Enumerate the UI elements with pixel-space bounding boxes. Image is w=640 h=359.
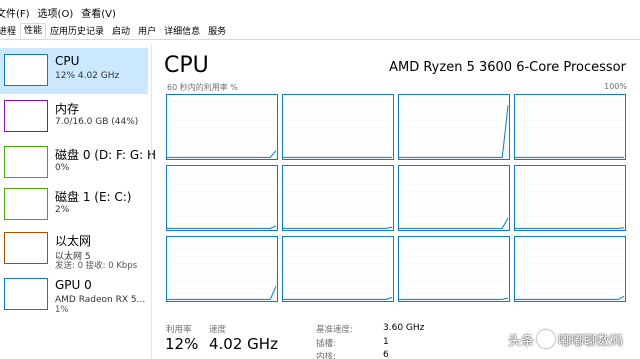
sockets-label: 插槽: xyxy=(316,339,336,349)
sidebar-item-value: 7.0/16.0 GB (44%) xyxy=(55,117,139,127)
tab-app-history[interactable]: 应用历史记录 xyxy=(46,24,108,39)
sidebar-item-cpu[interactable]: CPU 12% 4.02 GHz xyxy=(0,48,148,94)
series-line xyxy=(167,150,277,158)
utilization-value: 12% xyxy=(165,335,199,353)
speed-value: 4.02 GHz xyxy=(209,335,278,353)
sidebar-item-value: 12% 4.02 GHz xyxy=(55,71,120,81)
menu-view[interactable]: 查看(V) xyxy=(77,5,120,20)
sidebar-item-value: AMD Radeon RX 5... xyxy=(55,295,146,305)
menu-options[interactable]: 选项(O) xyxy=(34,5,78,20)
tab-bar: 进程 性能 应用历史记录 启动 用户 详细信息 服务 xyxy=(0,23,640,40)
utilization-label: 利用率 xyxy=(166,325,192,335)
gpu-thumbnail-graph xyxy=(4,278,48,310)
sidebar-item-title: 磁盘 0 (D: F: G: H xyxy=(55,148,157,162)
speed-label: 速度 xyxy=(209,325,227,335)
series-line xyxy=(399,297,509,300)
tab-startup[interactable]: 启动 xyxy=(108,24,134,39)
tab-processes[interactable]: 进程 xyxy=(0,24,20,39)
base-speed-value: 3.60 GHz xyxy=(383,323,425,333)
watermark-left-text: 头条 xyxy=(508,333,535,349)
cpu-core-graph xyxy=(282,236,394,302)
processor-name: AMD Ryzen 5 3600 6-Core Processor xyxy=(389,60,626,75)
disk1-thumbnail-graph xyxy=(4,188,48,220)
resource-sidebar: CPU 12% 4.02 GHz 内存 7.0/16.0 GB (44%) 磁盘… xyxy=(0,44,156,359)
base-speed-label: 基准速度: xyxy=(316,325,353,335)
tab-users[interactable]: 用户 xyxy=(134,24,160,39)
memory-thumbnail-graph xyxy=(4,100,48,132)
cores-label: 内核: xyxy=(316,352,336,359)
sidebar-item-memory[interactable]: 内存 7.0/16.0 GB (44%) xyxy=(0,94,148,140)
watermark-right-text: 嘟嘟聊数码 xyxy=(558,333,624,349)
watermark: 头条 嘟嘟聊数码 xyxy=(508,328,636,350)
sidebar-item-gpu-0[interactable]: GPU 0 AMD Radeon RX 5... 1% xyxy=(0,272,148,318)
cpu-core-graph xyxy=(282,94,394,160)
series-line xyxy=(167,225,277,229)
sidebar-item-throughput: 发送: 0 接收: 0 Kbps xyxy=(55,261,138,271)
series-area xyxy=(399,105,508,159)
sidebar-item-value: 0% xyxy=(55,163,70,173)
cpu-core-graph xyxy=(398,236,510,302)
series-line xyxy=(515,227,625,229)
cpu-core-graph xyxy=(514,165,626,231)
graph-axis-max: 100% xyxy=(604,82,627,91)
sidebar-item-usage: 1% xyxy=(55,305,69,315)
sidebar-item-value: 2% xyxy=(55,205,70,215)
sidebar-item-title: CPU xyxy=(55,54,80,68)
cpu-core-graph xyxy=(166,94,278,160)
cpu-core-graph xyxy=(282,165,394,231)
cpu-core-graph xyxy=(398,165,510,231)
page-title: CPU xyxy=(164,53,209,78)
series-area xyxy=(167,286,276,301)
sockets-value: 1 xyxy=(383,337,389,347)
series-line xyxy=(399,105,509,158)
ethernet-thumbnail-graph xyxy=(4,232,48,264)
series-area xyxy=(515,296,624,301)
tab-details[interactable]: 详细信息 xyxy=(160,24,204,39)
sidebar-item-title: GPU 0 xyxy=(55,278,92,292)
series-line xyxy=(399,217,509,229)
sidebar-item-title: 内存 xyxy=(55,102,80,116)
sidebar-item-disk-1[interactable]: 磁盘 1 (E: C:) 2% xyxy=(0,182,148,228)
cpu-core-graph xyxy=(514,236,626,302)
tab-performance[interactable]: 性能 xyxy=(20,23,47,39)
sidebar-item-title: 以太网 xyxy=(55,234,92,248)
cpu-core-graph xyxy=(166,165,278,231)
menu-bar: 文件(F) 选项(O) 查看(V) xyxy=(0,0,640,24)
series-line xyxy=(515,295,625,300)
graph-axis-label: 60 秒内的利用率 % xyxy=(167,83,238,92)
series-line xyxy=(283,226,393,229)
logical-processor-grid xyxy=(166,94,628,302)
cpu-thumbnail-graph xyxy=(4,54,48,86)
disk0-thumbnail-graph xyxy=(4,146,48,178)
tab-services[interactable]: 服务 xyxy=(204,24,230,39)
sidebar-divider xyxy=(151,44,152,359)
cpu-core-graph xyxy=(398,94,510,160)
sidebar-item-title: 磁盘 1 (E: C:) xyxy=(55,190,132,204)
watermark-logo-icon xyxy=(537,330,556,348)
cores-value: 6 xyxy=(383,350,389,359)
series-line xyxy=(283,297,393,300)
cpu-core-graph xyxy=(514,94,626,160)
sidebar-item-ethernet[interactable]: 以太网 以太网 5 发送: 0 接收: 0 Kbps xyxy=(0,226,148,272)
cpu-core-graph xyxy=(166,236,278,302)
menu-file[interactable]: 文件(F) xyxy=(0,5,34,20)
sidebar-item-disk-0[interactable]: 磁盘 0 (D: F: G: H 0% xyxy=(0,140,156,186)
